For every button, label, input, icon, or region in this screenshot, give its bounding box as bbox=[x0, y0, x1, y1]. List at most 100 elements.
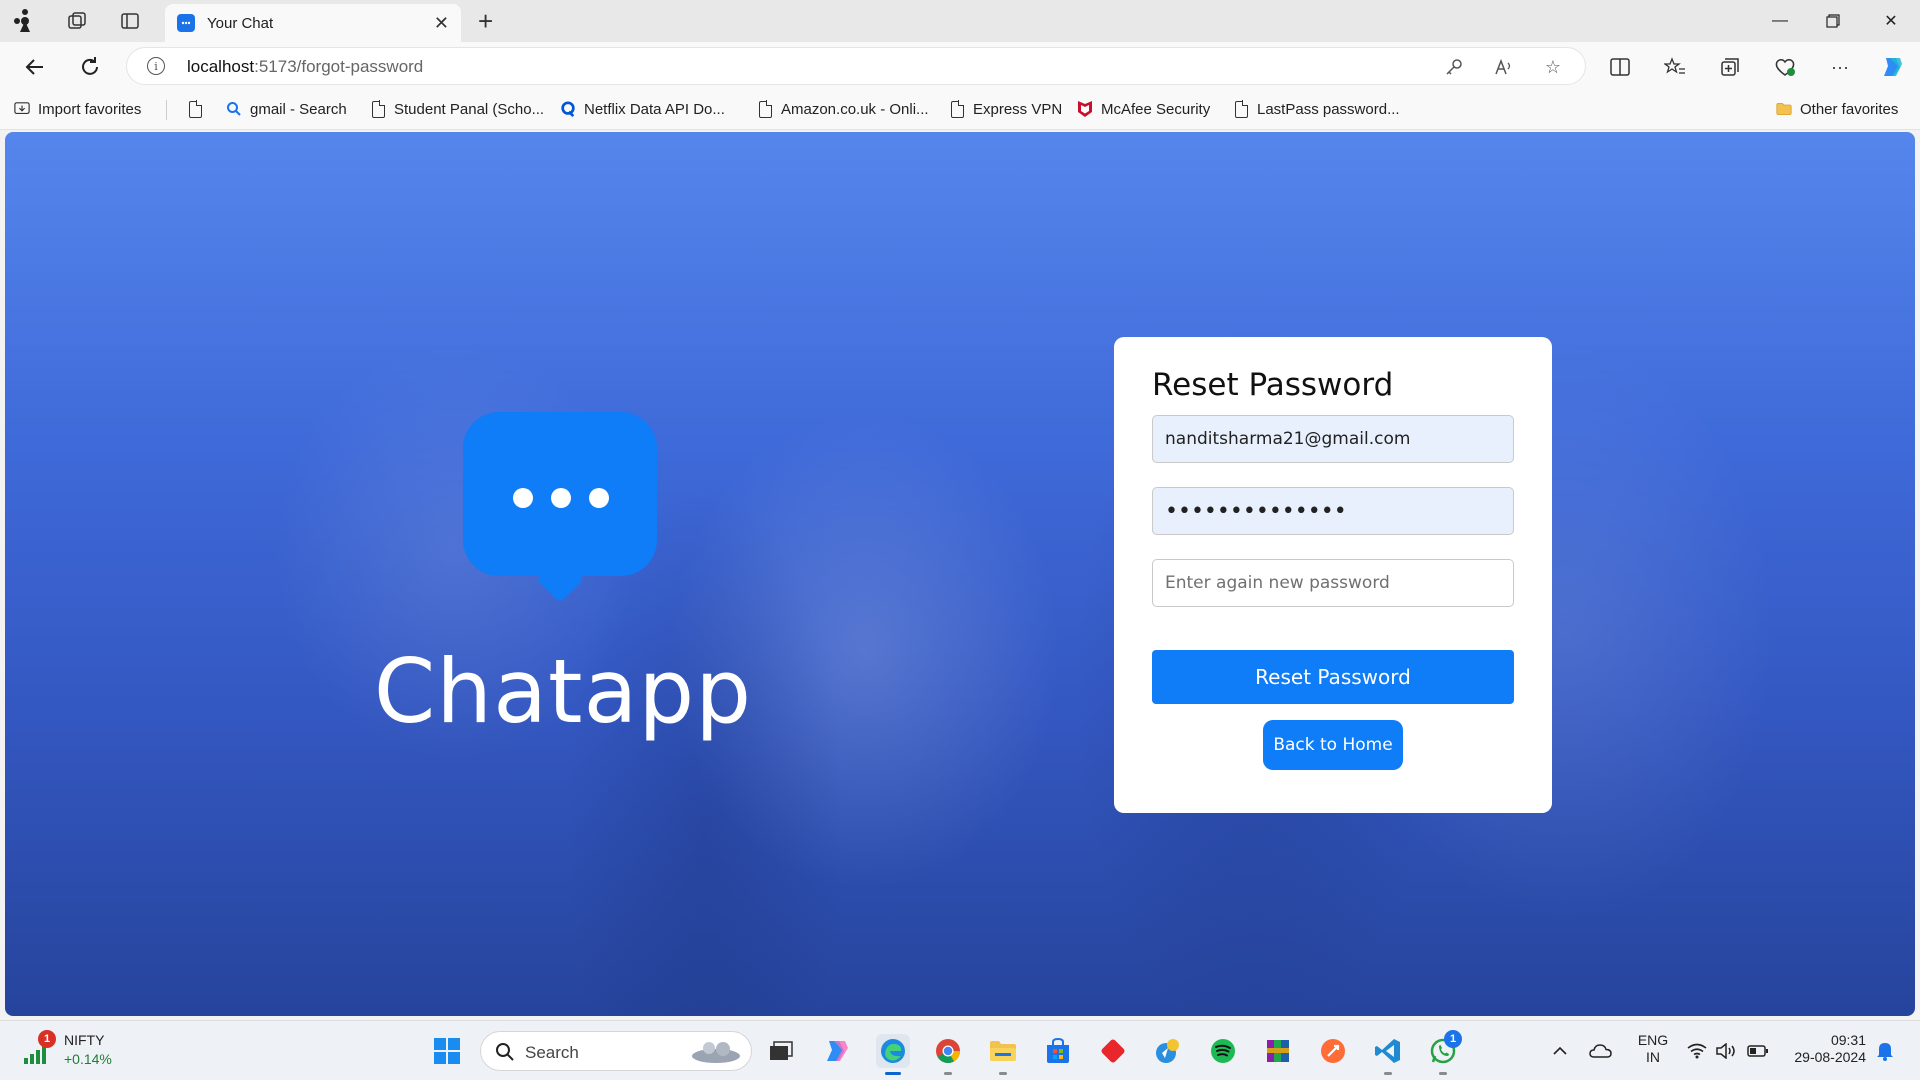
page-icon bbox=[1233, 100, 1249, 118]
profile-icon[interactable] bbox=[12, 8, 38, 34]
favorite-mcafee[interactable]: McAfee Security bbox=[1077, 100, 1210, 118]
search-label: Search bbox=[525, 1043, 579, 1062]
volume-icon[interactable] bbox=[1713, 1034, 1739, 1068]
favorite-blank-page[interactable] bbox=[187, 100, 211, 118]
background-photo bbox=[5, 132, 1915, 1016]
tab-actions-icon[interactable] bbox=[117, 8, 143, 34]
url-path: :5173/forgot-password bbox=[254, 57, 424, 76]
spotify-icon[interactable] bbox=[1206, 1034, 1240, 1068]
favorite-label: Import favorites bbox=[38, 100, 142, 118]
favorite-student-panal[interactable]: Student Panal (Scho... bbox=[370, 100, 544, 118]
favorite-label: McAfee Security bbox=[1101, 100, 1211, 118]
show-hidden-icons-chevron-icon[interactable] bbox=[1547, 1034, 1573, 1068]
whatsapp-badge: 1 bbox=[1444, 1030, 1462, 1048]
other-favorites-label: Other favorites bbox=[1800, 100, 1899, 118]
notification-bell-icon[interactable] bbox=[1870, 1034, 1900, 1068]
copilot-taskbar-icon[interactable] bbox=[820, 1034, 854, 1068]
url-text[interactable]: localhost:5173/forgot-password bbox=[187, 57, 423, 77]
whatsapp-icon[interactable]: 1 bbox=[1426, 1030, 1462, 1075]
microsoft-store-icon[interactable] bbox=[1041, 1034, 1075, 1068]
clock-date: 29-08-2024 bbox=[1794, 1049, 1866, 1065]
favorite-gmail-search[interactable]: gmail - Search bbox=[226, 100, 347, 118]
python-app-icon[interactable] bbox=[1151, 1034, 1185, 1068]
workspaces-icon[interactable] bbox=[64, 8, 90, 34]
read-aloud-icon[interactable] bbox=[1493, 56, 1515, 78]
refresh-button[interactable] bbox=[75, 52, 105, 82]
brand-name: Chatapp bbox=[373, 640, 753, 743]
other-favorites[interactable]: Other favorites bbox=[1776, 100, 1898, 118]
widget-value: +0.14% bbox=[64, 1051, 112, 1067]
rapidapi-icon bbox=[560, 100, 576, 118]
vscode-icon[interactable] bbox=[1371, 1034, 1405, 1075]
file-explorer-icon[interactable] bbox=[986, 1034, 1020, 1075]
new-password-field[interactable]: •••••••••••••• bbox=[1152, 487, 1514, 535]
restore-button[interactable] bbox=[1813, 8, 1853, 34]
reset-password-card: Reset Password nanditsharma21@gmail.com … bbox=[1114, 337, 1552, 813]
url-host: localhost bbox=[187, 57, 255, 76]
confirm-password-field[interactable]: Enter again new password bbox=[1152, 559, 1514, 607]
password-value: •••••••••••••• bbox=[1165, 498, 1347, 524]
favorite-netflix-api[interactable]: Netflix Data API Do... bbox=[560, 100, 725, 118]
clock-time: 09:31 bbox=[1830, 1032, 1866, 1048]
favorites-list-icon[interactable] bbox=[1662, 54, 1688, 80]
page-icon bbox=[370, 100, 386, 118]
minimize-button[interactable]: — bbox=[1760, 8, 1800, 34]
onedrive-icon[interactable] bbox=[1586, 1034, 1616, 1068]
address-bar[interactable]: i localhost:5173/forgot-password ☆ bbox=[126, 47, 1586, 85]
favorite-star-icon[interactable]: ☆ bbox=[1542, 56, 1564, 78]
postman-icon[interactable] bbox=[1316, 1034, 1350, 1068]
favorite-label: LastPass password... bbox=[1257, 100, 1400, 118]
wifi-icon[interactable] bbox=[1684, 1034, 1710, 1068]
favorite-label: gmail - Search bbox=[250, 100, 347, 118]
widget-label: NIFTY bbox=[64, 1032, 105, 1048]
git-app-icon[interactable] bbox=[1096, 1034, 1130, 1068]
collections-icon[interactable] bbox=[1717, 54, 1743, 80]
language-line-2: IN bbox=[1646, 1049, 1660, 1065]
page-icon bbox=[187, 100, 203, 118]
confirm-password-placeholder: Enter again new password bbox=[1165, 573, 1390, 593]
email-field[interactable]: nanditsharma21@gmail.com bbox=[1152, 415, 1514, 463]
brand-section: Chatapp bbox=[363, 412, 763, 772]
favorite-label: Express VPN bbox=[973, 100, 1063, 118]
back-button[interactable] bbox=[20, 52, 50, 82]
taskbar: 1 NIFTY +0.14% Search 1 ENG IN 09:31 29-… bbox=[0, 1020, 1920, 1080]
app-page: Chatapp Reset Password nanditsharma21@gm… bbox=[5, 132, 1915, 1016]
tab-title: Your Chat bbox=[207, 14, 274, 32]
copilot-icon[interactable] bbox=[1880, 54, 1906, 80]
close-window-button[interactable]: ✕ bbox=[1871, 8, 1911, 34]
taskbar-search[interactable]: Search bbox=[480, 1031, 752, 1071]
chat-logo-icon bbox=[463, 412, 657, 610]
new-tab-button[interactable]: + bbox=[478, 8, 493, 34]
folder-icon bbox=[1776, 100, 1792, 118]
clock[interactable]: 09:31 29-08-2024 bbox=[1780, 1032, 1866, 1066]
tab-your-chat[interactable]: Your Chat ✕ bbox=[165, 4, 461, 42]
card-title: Reset Password bbox=[1152, 367, 1394, 403]
widget-badge: 1 bbox=[38, 1030, 56, 1048]
favorite-import[interactable]: Import favorites bbox=[14, 100, 141, 118]
more-menu-icon[interactable]: ··· bbox=[1827, 54, 1853, 80]
favorite-label: Amazon.co.uk - Onli... bbox=[781, 100, 929, 118]
nifty-widget[interactable]: 1 NIFTY +0.14% bbox=[20, 1030, 140, 1072]
start-icon[interactable] bbox=[430, 1034, 464, 1068]
back-to-home-button[interactable]: Back to Home bbox=[1263, 720, 1403, 770]
password-key-icon[interactable] bbox=[1443, 56, 1465, 78]
favorite-express-vpn[interactable]: Express VPN bbox=[949, 100, 1062, 118]
mcafee-icon bbox=[1077, 100, 1093, 118]
browser-essentials-icon[interactable] bbox=[1772, 54, 1798, 80]
edge-taskbar-icon[interactable] bbox=[876, 1034, 910, 1075]
battery-icon[interactable] bbox=[1745, 1034, 1771, 1068]
search-icon bbox=[226, 100, 242, 118]
site-info-icon[interactable]: i bbox=[147, 57, 165, 75]
favorite-amazon[interactable]: Amazon.co.uk - Onli... bbox=[757, 100, 929, 118]
close-tab-icon[interactable]: ✕ bbox=[434, 13, 449, 34]
task-view-icon[interactable] bbox=[764, 1034, 798, 1068]
favorites-bar: Import favorites gmail - Search Student … bbox=[0, 90, 1920, 130]
winrar-icon[interactable] bbox=[1261, 1034, 1295, 1068]
favorites-divider bbox=[166, 100, 167, 120]
favorite-lastpass[interactable]: LastPass password... bbox=[1233, 100, 1400, 118]
chrome-taskbar-icon[interactable] bbox=[931, 1034, 965, 1075]
split-screen-icon[interactable] bbox=[1607, 54, 1633, 80]
search-icon bbox=[496, 1043, 514, 1061]
reset-password-button[interactable]: Reset Password bbox=[1152, 650, 1514, 704]
language-indicator[interactable]: ENG IN bbox=[1636, 1032, 1670, 1066]
